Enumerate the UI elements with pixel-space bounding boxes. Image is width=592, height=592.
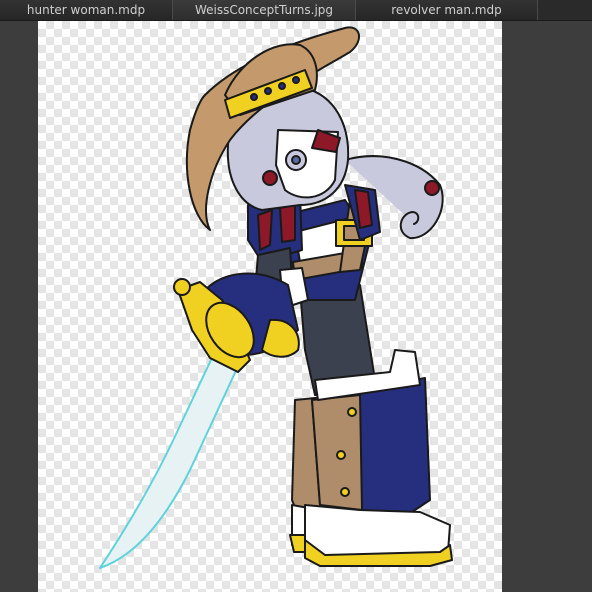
character-artwork — [99, 26, 453, 569]
tab-hunter-woman[interactable]: hunter woman.mdp — [0, 0, 173, 20]
shoe — [304, 504, 451, 559]
sword-blade — [99, 344, 241, 569]
document-tab-bar: hunter woman.mdp WeissConceptTurns.jpg r… — [0, 0, 592, 21]
tab-revolver-man[interactable]: revolver man.mdp — [356, 0, 538, 20]
tab-weiss-concept-turns[interactable]: WeissConceptTurns.jpg — [173, 0, 356, 20]
workspace — [0, 21, 592, 592]
drawing-canvas[interactable] — [38, 21, 502, 592]
